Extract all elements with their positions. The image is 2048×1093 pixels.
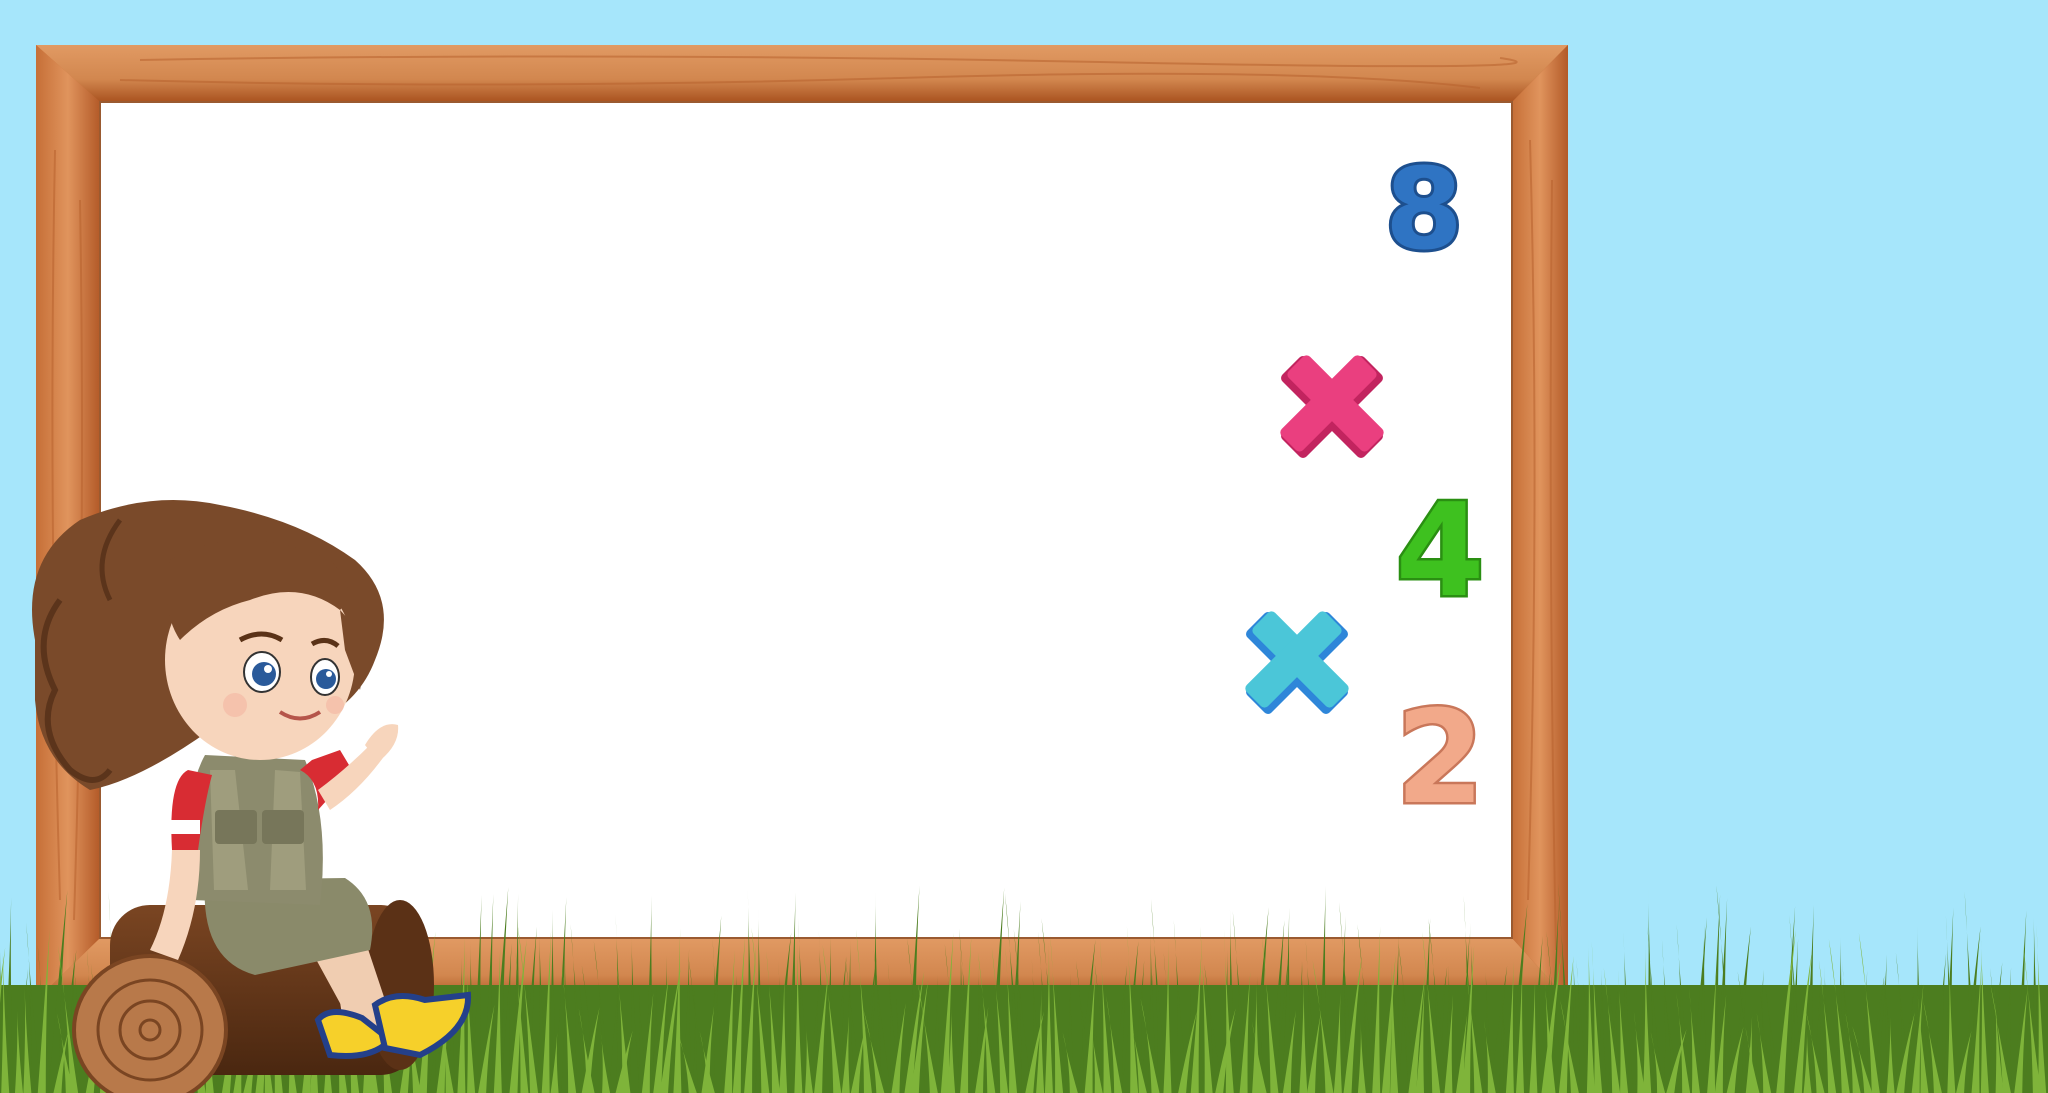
digit-2-icon: 2 (1395, 684, 1484, 833)
digit-4-icon: 4 (1395, 477, 1484, 626)
slide-canvas: 8 4 2 (0, 45, 2048, 1093)
frame-top-rail (36, 45, 1568, 102)
frame-right-rail (1512, 45, 1568, 1000)
digit-8-icon: 8 (1385, 145, 1463, 275)
